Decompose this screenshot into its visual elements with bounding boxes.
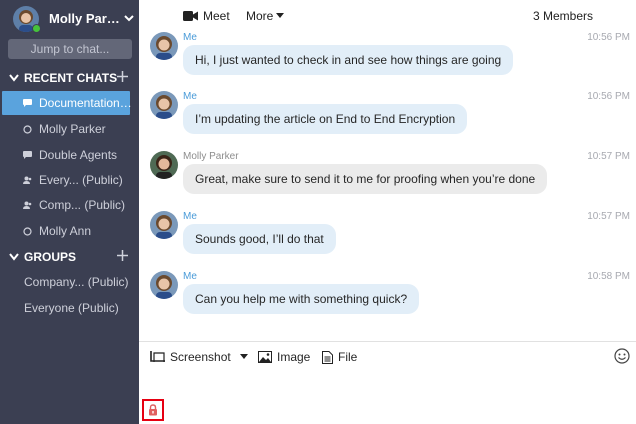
user-menu[interactable]: Molly Par… [0, 0, 139, 36]
sidebar-item-everyone-public[interactable]: Every... (Public) [0, 168, 139, 192]
video-camera-icon [183, 11, 198, 21]
message-sender: Me [183, 91, 197, 102]
groups-label: GROUPS [24, 250, 77, 264]
sidebar-item-label: Molly Parker [39, 122, 106, 136]
user-avatar [13, 6, 41, 33]
avatar [150, 32, 178, 60]
recent-chats-label: RECENT CHATS [24, 71, 118, 85]
message-sender: Me [183, 32, 197, 43]
add-chat-icon[interactable] [117, 71, 128, 82]
sidebar-item-label: Molly Ann [39, 224, 92, 238]
message-bubble[interactable]: I’m updating the article on End to End E… [183, 104, 468, 134]
chat-header: Meet More 3 Members [139, 0, 636, 32]
message-bubble[interactable]: Great, make sure to send it to me for pr… [183, 164, 548, 194]
more-label: More [246, 9, 274, 23]
message-time: 10:57 PM [587, 211, 630, 222]
sidebar-item-molly-ann[interactable]: Molly Ann [0, 219, 139, 243]
status-circle-icon [23, 227, 32, 236]
chevron-down-icon [9, 74, 19, 82]
message-row: Me 10:58 PM Can you help me with somethi… [139, 271, 636, 327]
file-icon [322, 350, 333, 364]
caret-down-icon [276, 13, 285, 18]
image-icon [258, 351, 272, 363]
message-row: Molly Parker 10:57 PM Great, make sure t… [139, 151, 636, 207]
screenshot-icon [150, 351, 165, 362]
online-status-icon [32, 24, 41, 33]
sidebar-group-company-public[interactable]: Company... (Public) [0, 270, 139, 294]
message-sender: Molly Parker [183, 151, 239, 162]
sidebar-item-company-public[interactable]: Comp... (Public) [0, 193, 139, 217]
avatar [150, 211, 178, 239]
sidebar-item-double-agents[interactable]: Double Agents [0, 143, 139, 167]
more-button[interactable]: More [246, 9, 285, 23]
meet-button[interactable]: Meet [183, 9, 230, 23]
meet-label: Meet [203, 9, 230, 23]
sidebar-item-molly-parker[interactable]: Molly Parker [0, 117, 139, 141]
message-bubble[interactable]: Hi, I just wanted to check in and see ho… [183, 45, 514, 75]
lock-icon [149, 404, 157, 416]
chat-bubble-icon [23, 151, 32, 159]
composer-toolbar: Screenshot Image File [139, 342, 636, 370]
message-row: Me 10:57 PM Sounds good, I’ll do that [139, 211, 636, 267]
status-circle-icon [23, 125, 32, 134]
recent-chats-header[interactable]: RECENT CHATS [0, 66, 139, 90]
sidebar: Molly Par… Jump to chat... RECENT CHATS … [0, 0, 139, 424]
emoji-icon[interactable] [614, 348, 630, 364]
people-icon [23, 201, 32, 209]
sidebar-item-label: Comp... (Public) [39, 198, 126, 212]
message-row: Me 10:56 PM Hi, I just wanted to check i… [139, 32, 636, 88]
chevron-down-icon [9, 253, 19, 261]
avatar [150, 151, 178, 179]
image-button[interactable]: Image [258, 350, 310, 364]
chat-panel: Meet More 3 Members Me 10:56 PM Hi, I ju… [139, 0, 636, 424]
chevron-down-icon[interactable] [124, 13, 134, 23]
people-icon [23, 176, 32, 184]
sidebar-item-label: Everyone (Public) [24, 301, 119, 315]
avatar [150, 271, 178, 299]
message-bubble[interactable]: Sounds good, I’ll do that [183, 224, 336, 254]
groups-header[interactable]: GROUPS [0, 245, 139, 269]
chat-bubble-icon [23, 99, 32, 107]
encryption-lock-button[interactable] [142, 399, 164, 421]
sidebar-item-label: Every... (Public) [39, 173, 123, 187]
jump-to-chat-input[interactable]: Jump to chat... [8, 39, 132, 59]
file-label: File [338, 350, 358, 364]
message-time: 10:57 PM [587, 151, 630, 162]
avatar [150, 91, 178, 119]
sidebar-item-documentation[interactable]: Documentation… [2, 91, 132, 115]
file-button[interactable]: File [322, 350, 357, 364]
screenshot-button[interactable]: Screenshot [150, 350, 253, 364]
message-time: 10:56 PM [587, 91, 630, 102]
message-sender: Me [183, 271, 197, 282]
sidebar-item-label: Company... (Public) [24, 275, 129, 289]
add-group-icon[interactable] [117, 250, 128, 261]
message-time: 10:56 PM [587, 32, 630, 43]
sidebar-item-label: Double Agents [39, 148, 118, 162]
screenshot-label: Screenshot [170, 350, 231, 364]
message-time: 10:58 PM [587, 271, 630, 282]
message-row: Me 10:56 PM I’m updating the article on … [139, 91, 636, 147]
caret-down-icon[interactable] [239, 354, 248, 360]
message-bubble[interactable]: Can you help me with something quick? [183, 284, 420, 314]
sidebar-group-everyone-public[interactable]: Everyone (Public) [0, 296, 139, 320]
members-count[interactable]: 3 Members [533, 9, 593, 23]
message-sender: Me [183, 211, 197, 222]
sidebar-item-label: Documentation… [39, 96, 132, 110]
image-label: Image [277, 350, 311, 364]
user-name: Molly Par… [49, 11, 120, 26]
